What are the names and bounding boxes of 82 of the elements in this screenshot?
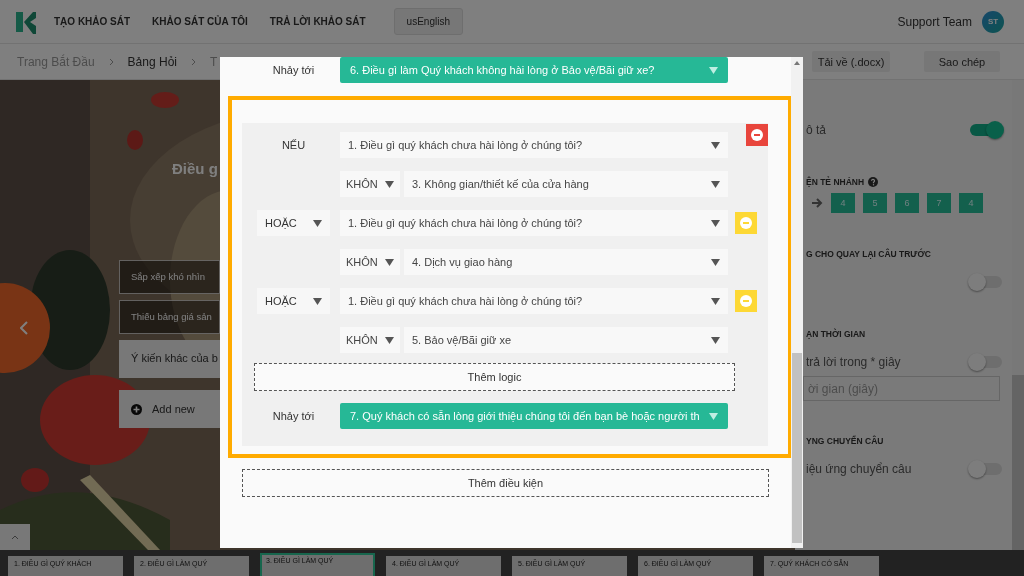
toggle-switch[interactable] [970,124,1002,136]
question-select[interactable]: 1. Điều gì quý khách chưa hài lòng ở chúng tôi? [340,288,728,314]
condition-label: NẾU [280,138,307,153]
minus-circle-icon [740,217,752,229]
jump-label: Nhảy tới [271,410,316,422]
jump-label: Nhảy tới [271,64,316,76]
breadcrumb-link[interactable]: Bảng Hỏi [127,54,177,69]
section-heading: ẠN THỜI GIAN [806,329,866,339]
jump-target-select[interactable]: 6. Điều gì làm Quý khách không hài lòng ở Bảo vệ/Bãi giữ xe? [340,57,728,83]
answer-select[interactable]: 5. Bảo vệ/Bãi giữ xe [404,327,728,353]
caret-icon [385,258,394,266]
select-value: 1. Điều gì quý khách chưa hài lòng ở chúng tôi? [348,139,583,151]
caret-icon [709,66,718,74]
remove-button[interactable] [746,124,768,146]
toggle-switch[interactable] [970,463,1002,475]
setting-label: trả lời trong * giây [806,355,901,369]
answer-select[interactable]: 3. Không gian/thiết kế của cửa hàng [404,171,728,197]
caret-icon [385,180,394,188]
caret-icon [313,297,322,305]
arrow-right-icon [812,198,823,208]
select-value: 7. Quý khách có sẵn lòng giới thiệu chúng tôi đến bạn bè hoặc người th [350,410,700,422]
minus-circle-icon [740,295,752,307]
toggle-switch[interactable] [970,356,1002,368]
select-value: 1. Điều gì quý khách chưa hài lòng ở chúng tôi? [348,295,583,307]
help-icon [868,177,879,187]
caret-icon [711,180,720,188]
connector-select[interactable]: HOẶC [257,210,330,236]
section-heading: G CHO QUAY LẠI CÂU TRƯỚC [806,249,931,259]
plus-circle-icon [131,403,142,415]
operator-select[interactable]: KHÔN [340,171,400,197]
add-condition-button[interactable]: Thêm điều kiện [242,469,769,497]
answer-select[interactable]: 4. Dịch vụ giao hàng [404,249,728,275]
connector-select[interactable]: HOẶC [257,288,330,314]
section-heading: YNG CHUYỂN CÂU [806,436,884,446]
operator-select[interactable]: KHÔN [340,249,400,275]
question-select[interactable]: 1. Điều gì quý khách chưa hài lòng ở chúng tôi? [340,132,728,158]
nav-link[interactable]: TRẢ LỜI KHẢO SÁT [269,16,366,27]
nav-link[interactable]: KHẢO SÁT CỦA TÔI [152,16,248,27]
scroll-up-button[interactable] [0,524,30,550]
question-title: Điều g [172,160,218,177]
scroll-up-icon [794,61,800,65]
caret-icon [385,336,394,344]
chevron-right-icon [191,57,196,66]
select-value: 3. Không gian/thiết kế của cửa hàng [412,178,589,190]
setting-label: iệu ứng chuyển câu [806,462,912,476]
select-value: 5. Bảo vệ/Bãi giữ xe [412,334,512,346]
other-answer-field[interactable]: Ý kiến khác của b [119,340,220,378]
caret-icon [709,412,718,420]
select-value: 6. Điều gì làm Quý khách không hài lòng ở Bảo vệ/Bãi giữ xe? [350,64,655,76]
scrollbar[interactable] [791,57,803,548]
action-button[interactable]: Sao chép [924,51,1000,72]
select-value: KHÔN [346,334,378,346]
question-select[interactable]: 1. Điều gì quý khách chưa hài lòng ở chúng tôi? [340,210,728,236]
chevron-left-icon [20,321,28,335]
caret-icon [711,336,720,344]
select-value: KHÔN [346,178,378,190]
caret-icon [711,219,720,227]
chevron-up-icon [11,534,19,540]
user-name[interactable]: Support Team [897,14,972,29]
logo-icon [14,9,36,34]
language-button[interactable]: usEnglish [393,8,463,35]
section-heading: ỆN TẺ NHÁNH [806,177,865,187]
jump-target-select[interactable]: 7. Quý khách có sẵn lòng giới thiệu chúng tôi đến bạn bè hoặc người th [340,403,728,429]
caret-icon [313,219,322,227]
toggle-switch[interactable] [970,276,1002,288]
caret-icon [711,141,720,149]
action-button[interactable]: Tải về (.docx) [812,51,890,72]
add-logic-button[interactable]: Thêm logic [254,363,735,391]
select-value: 4. Dịch vụ giao hàng [412,256,513,268]
caret-icon [711,297,720,305]
chevron-right-icon [108,57,114,66]
caret-icon [711,258,720,266]
select-value: KHÔN [346,256,378,268]
add-new-button[interactable]: Add new [119,390,220,428]
select-value: HOẶC [265,217,297,229]
setting-label: ô tả [806,123,826,137]
avatar[interactable]: ST [982,10,1004,33]
select-value: HOẶC [265,295,297,307]
select-value: 1. Điều gì quý khách chưa hài lòng ở chúng tôi? [348,217,583,229]
nav-link[interactable]: TẠO KHẢO SÁT [54,16,131,27]
minus-circle-icon [751,129,763,141]
operator-select[interactable]: KHÔN [340,327,400,353]
